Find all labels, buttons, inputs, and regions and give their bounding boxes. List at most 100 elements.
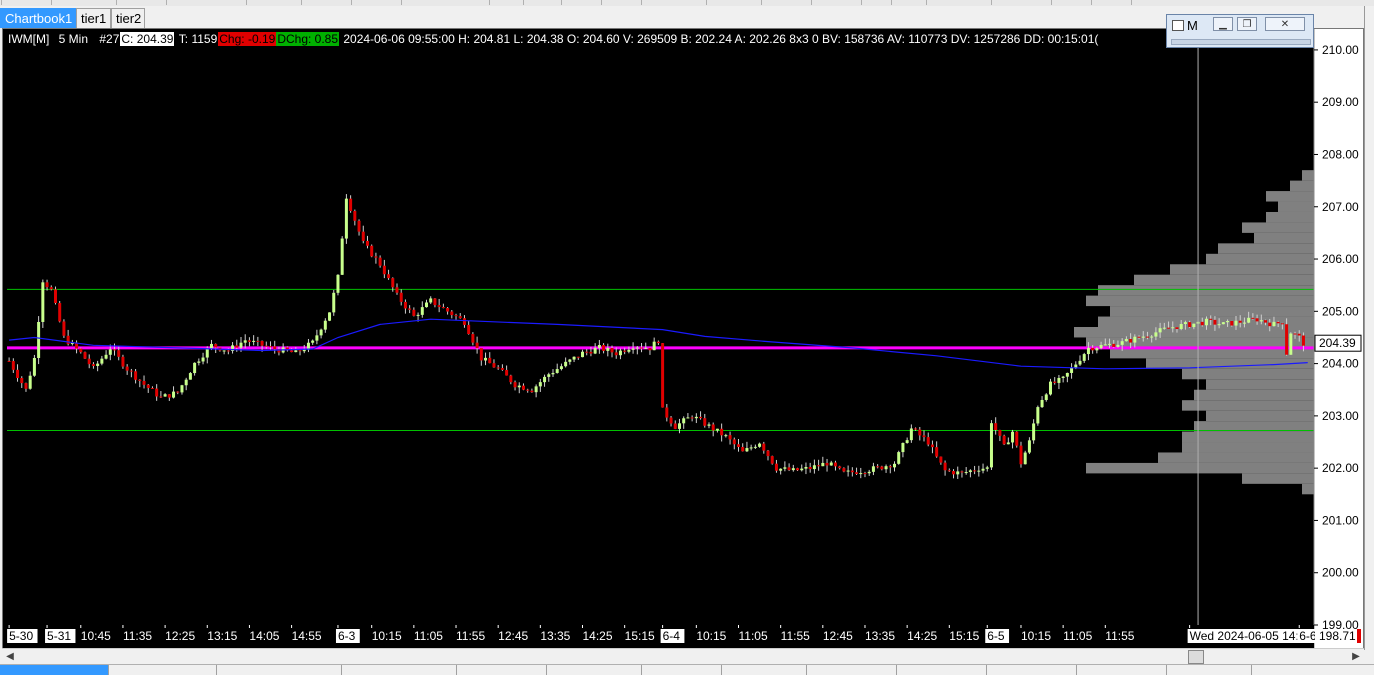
volume-profile-bar [1266, 211, 1314, 223]
candle-body [905, 440, 909, 443]
toolbar-segment[interactable] [350, 0, 352, 5]
candle-body [631, 348, 635, 350]
candle-body [606, 347, 610, 351]
candle-body [800, 468, 804, 471]
candle-body [83, 352, 87, 359]
candle-body [783, 467, 787, 469]
candle-body [163, 394, 167, 397]
price-tick-label: 201.00 [1322, 513, 1359, 527]
candle-body [930, 444, 934, 448]
toolbar-segment[interactable] [1050, 0, 1052, 5]
candle-body [989, 423, 993, 468]
candle-body [572, 356, 576, 360]
candle-body [1032, 423, 1036, 441]
candle-body [49, 287, 53, 290]
close-button[interactable]: ✕ [1265, 17, 1305, 31]
time-tick-label: 6-3 [338, 629, 356, 643]
toolbar-segment[interactable] [245, 0, 247, 5]
candle-body [336, 274, 340, 293]
candle-body [901, 442, 905, 453]
restore-button[interactable]: ❐ [1237, 17, 1257, 31]
candle-body [593, 347, 597, 354]
toolbar-segment[interactable] [810, 0, 812, 5]
tab-chartbook1[interactable]: Chartbook1 [0, 8, 76, 28]
scroll-left-arrow-icon[interactable]: ◀ [4, 651, 16, 663]
candle-body [640, 347, 644, 349]
minimize-button[interactable]: ▁ [1213, 17, 1233, 31]
chart-window[interactable]: 210.00 209.00 208.00 207.00 206.00 205.00 204.… [2, 28, 1364, 649]
toolbar-segment[interactable] [705, 0, 707, 5]
volume-profile-bar [1218, 243, 1314, 254]
toolbar-segment[interactable] [560, 0, 562, 5]
candle-body [871, 466, 875, 472]
candle-body [770, 456, 774, 464]
toolbar-segment[interactable] [115, 0, 117, 5]
horizontal-scrollbar[interactable]: ◀ ▶ [2, 648, 1364, 665]
tab-tier1[interactable]: tier1 [76, 8, 111, 28]
candle-body [7, 360, 11, 362]
candle-body [475, 342, 479, 349]
toolbar-segment[interactable] [522, 0, 524, 5]
toolbar-segment[interactable] [488, 0, 490, 5]
candle-body [876, 466, 880, 468]
candle-body [581, 351, 585, 358]
toolbar-segment[interactable] [890, 0, 892, 5]
candle-body [1289, 333, 1293, 355]
candlestick-chart[interactable]: 210.00 209.00 208.00 207.00 206.00 205.00 204.… [3, 29, 1363, 648]
candle-body [496, 367, 500, 369]
toolbar-segment[interactable] [600, 0, 602, 5]
toolbar-segment[interactable] [0, 0, 2, 5]
candle-body [804, 467, 808, 469]
candle-body [842, 468, 846, 472]
toolbar-segment[interactable] [165, 0, 167, 5]
candle-body [1006, 442, 1010, 445]
candle-body [184, 379, 188, 386]
candle-body [429, 298, 433, 303]
candle-body [1078, 360, 1082, 365]
scroll-thumb[interactable] [1188, 650, 1204, 664]
minimized-chart-window[interactable]: M ▁ ❐ ✕ [1166, 14, 1314, 48]
toolbar-segment[interactable] [640, 0, 642, 5]
candle-body [825, 462, 829, 466]
candle-body [441, 307, 445, 309]
candle-body [564, 361, 568, 367]
toolbar-segment[interactable] [1130, 0, 1132, 5]
candle-body [1175, 327, 1179, 330]
candle-body [960, 471, 964, 473]
candle-body [673, 423, 677, 429]
candle-body [1065, 372, 1069, 377]
candle-body [973, 470, 977, 472]
candle-body [247, 340, 251, 342]
tab-tier2[interactable]: tier2 [111, 8, 145, 28]
price-tick-label: 209.00 [1322, 95, 1359, 109]
trades-value: T: 1159 [178, 32, 218, 46]
candle-body [758, 443, 762, 447]
candle-body [1120, 341, 1124, 345]
scroll-right-arrow-icon[interactable]: ▶ [1350, 651, 1362, 663]
candle-body [779, 468, 783, 471]
candle-body [892, 463, 896, 468]
volume-profile-bar [1086, 462, 1314, 474]
toolbar-segment[interactable] [300, 0, 302, 5]
candle-body [1226, 320, 1230, 323]
time-tick-label: 10:15 [696, 629, 726, 643]
candle-body [1137, 336, 1141, 338]
candle-body [205, 348, 209, 358]
candle-body [45, 282, 49, 288]
toolbar-segment[interactable] [50, 0, 52, 5]
candle-body [28, 375, 32, 389]
candle-body [298, 350, 302, 352]
candle-body [855, 472, 859, 474]
candle-body [96, 363, 100, 366]
toolbar-segment[interactable] [400, 0, 402, 5]
candle-body [1217, 324, 1221, 326]
candle-body [1019, 445, 1023, 465]
candle-body [391, 278, 395, 288]
toolbar-segment[interactable] [760, 0, 762, 5]
toolbar-segment[interactable] [860, 0, 862, 5]
price-tick-label: 204.00 [1322, 357, 1359, 371]
toolbar-segment[interactable] [1090, 0, 1092, 5]
toolbar-segment[interactable] [990, 0, 992, 5]
toolbar-segment[interactable] [925, 0, 927, 5]
volume-profile-bar [1086, 295, 1314, 307]
